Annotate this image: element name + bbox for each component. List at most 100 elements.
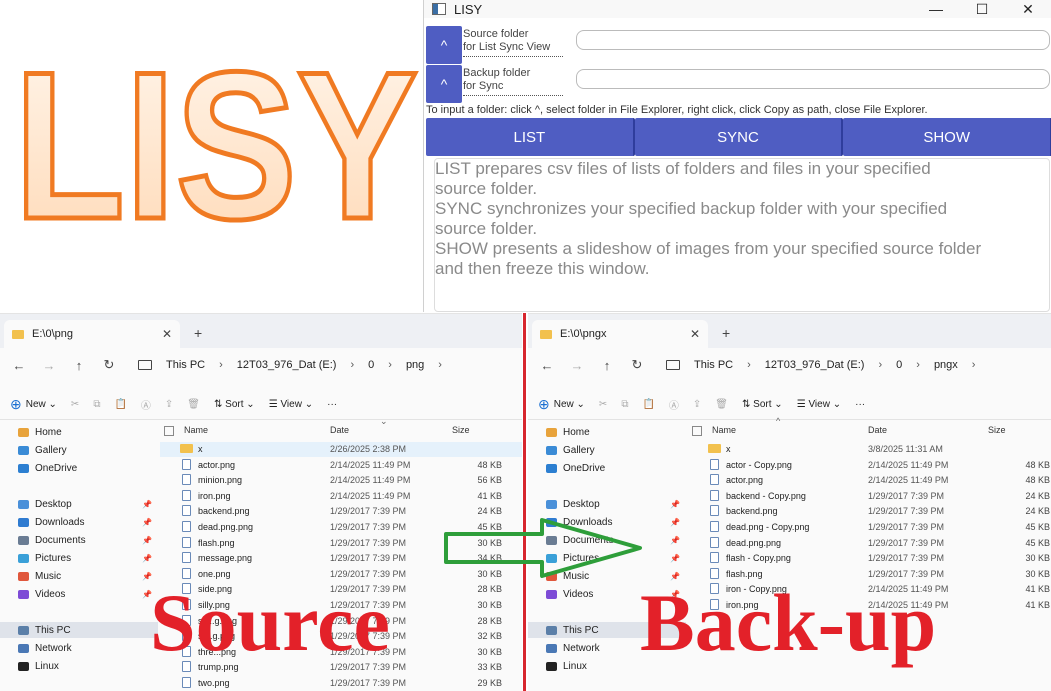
- delete-icon[interactable]: 🗑: [187, 399, 200, 410]
- minimize-button[interactable]: —: [913, 0, 959, 18]
- file-row[interactable]: flash - Copy.png 1/29/2017 7:39 PM 30 KB: [688, 551, 1051, 566]
- file-row[interactable]: backend.png 1/29/2017 7:39 PM 24 KB: [688, 504, 1051, 519]
- sidebar-item-onedrive[interactable]: OneDrive: [528, 460, 686, 476]
- rename-icon[interactable]: Ⓐ: [669, 397, 679, 412]
- file-name: message.png: [198, 553, 253, 564]
- close-tab-icon[interactable]: ✕: [690, 327, 700, 341]
- breadcrumb-item[interactable]: 0: [368, 359, 374, 371]
- sort-button[interactable]: ⇅ Sort ⌄: [214, 399, 255, 410]
- refresh-icon[interactable]: ↻: [94, 357, 124, 373]
- breadcrumb-item[interactable]: This PC: [694, 359, 733, 371]
- up-icon[interactable]: ↑: [64, 358, 94, 373]
- close-tab-icon[interactable]: ✕: [162, 327, 172, 341]
- file-row[interactable]: dead.png.png 1/29/2017 7:39 PM 45 KB: [688, 536, 1051, 551]
- sidebar-item-music[interactable]: Music 📌: [0, 568, 158, 584]
- date-column-header[interactable]: Date: [868, 425, 887, 435]
- breadcrumb-item[interactable]: pngx: [934, 359, 958, 371]
- copy-icon[interactable]: ⧉: [93, 399, 100, 410]
- breadcrumb[interactable]: This PC › 12T03_976_Dat (E:) › 0 › png ›: [138, 359, 456, 371]
- new-tab-button[interactable]: +: [722, 325, 730, 341]
- sidebar-item-desktop[interactable]: Desktop 📌: [528, 496, 686, 512]
- source-browse-button[interactable]: ^: [426, 26, 462, 64]
- breadcrumb-item[interactable]: This PC: [166, 359, 205, 371]
- breadcrumb[interactable]: This PC › 12T03_976_Dat (E:) › 0 › pngx …: [666, 359, 989, 371]
- breadcrumb-item[interactable]: 12T03_976_Dat (E:): [765, 359, 865, 371]
- forward-icon[interactable]: →: [562, 358, 592, 373]
- folder-row[interactable]: x 3/8/2025 11:31 AM: [688, 442, 1051, 457]
- share-icon[interactable]: ⇪: [693, 399, 701, 410]
- breadcrumb-item[interactable]: 0: [896, 359, 902, 371]
- source-folder-input[interactable]: [576, 30, 1050, 50]
- delete-icon[interactable]: 🗑: [715, 399, 728, 410]
- sidebar-item-documents[interactable]: Documents 📌: [0, 532, 158, 548]
- paste-icon[interactable]: 📋: [642, 399, 654, 410]
- select-all-checkbox[interactable]: [164, 426, 174, 436]
- sync-button[interactable]: SYNC: [634, 118, 844, 156]
- back-icon[interactable]: ←: [4, 358, 34, 373]
- sidebar-item-home[interactable]: Home: [0, 424, 158, 440]
- backup-folder-input[interactable]: [576, 69, 1050, 89]
- new-tab-button[interactable]: +: [194, 325, 202, 341]
- breadcrumb-item[interactable]: png: [406, 359, 424, 371]
- file-date: 1/29/2017 7:39 PM: [868, 537, 945, 548]
- file-row[interactable]: actor - Copy.png 2/14/2025 11:49 PM 48 KB: [688, 458, 1051, 473]
- folder-row[interactable]: x 2/26/2025 2:38 PM: [160, 442, 522, 457]
- sidebar-item-this-pc[interactable]: This PC: [0, 622, 158, 638]
- file-row[interactable]: two.png 1/29/2017 7:39 PM 29 KB: [160, 676, 522, 691]
- name-column-header[interactable]: Name: [712, 425, 736, 435]
- sidebar-item-gallery[interactable]: Gallery: [0, 442, 158, 458]
- sort-button[interactable]: ⇅ Sort ⌄: [742, 399, 783, 410]
- sidebar-item-pictures[interactable]: Pictures 📌: [0, 550, 158, 566]
- pin-icon: 📌: [142, 535, 152, 545]
- pin-icon: 📌: [670, 535, 680, 545]
- copy-icon[interactable]: ⧉: [621, 399, 628, 410]
- paste-icon[interactable]: 📋: [114, 399, 126, 410]
- back-icon[interactable]: ←: [532, 358, 562, 373]
- file-row[interactable]: backend - Copy.png 1/29/2017 7:39 PM 24 KB: [688, 489, 1051, 504]
- file-row[interactable]: iron.png 2/14/2025 11:49 PM 41 KB: [160, 489, 522, 504]
- sidebar-item-home[interactable]: Home: [528, 424, 686, 440]
- view-button[interactable]: ☰ View ⌄: [797, 399, 841, 410]
- file-row[interactable]: actor.png 2/14/2025 11:49 PM 48 KB: [688, 473, 1051, 488]
- name-column-header[interactable]: Name: [184, 425, 208, 435]
- file-size: 56 KB: [477, 475, 502, 486]
- file-row[interactable]: minion.png 2/14/2025 11:49 PM 56 KB: [160, 473, 522, 488]
- list-button[interactable]: LIST: [426, 118, 635, 156]
- sidebar-item-desktop[interactable]: Desktop 📌: [0, 496, 158, 512]
- file-row[interactable]: actor.png 2/14/2025 11:49 PM 48 KB: [160, 458, 522, 473]
- file-date: 1/29/2017 7:39 PM: [330, 537, 407, 548]
- cut-icon[interactable]: ✂: [599, 399, 607, 410]
- file-date: 2/26/2025 2:38 PM: [330, 444, 407, 454]
- cut-icon[interactable]: ✂: [71, 399, 79, 410]
- sidebar-item-videos[interactable]: Videos 📌: [0, 586, 158, 602]
- more-button[interactable]: ···: [855, 399, 865, 410]
- view-button[interactable]: ☰ View ⌄: [269, 399, 313, 410]
- refresh-icon[interactable]: ↻: [622, 357, 652, 373]
- forward-icon[interactable]: →: [34, 358, 64, 373]
- select-all-checkbox[interactable]: [692, 426, 702, 436]
- file-size: 24 KB: [477, 506, 502, 517]
- sidebar-item-gallery[interactable]: Gallery: [528, 442, 686, 458]
- breadcrumb-item[interactable]: 12T03_976_Dat (E:): [237, 359, 337, 371]
- date-column-header[interactable]: Date: [330, 425, 349, 435]
- sidebar-item-downloads[interactable]: Downloads 📌: [0, 514, 158, 530]
- file-row[interactable]: dead.png - Copy.png 1/29/2017 7:39 PM 45 K…: [688, 520, 1051, 535]
- more-button[interactable]: ···: [327, 399, 337, 410]
- size-column-header[interactable]: Size: [988, 425, 1006, 435]
- sidebar-item-onedrive[interactable]: OneDrive: [0, 460, 158, 476]
- show-button[interactable]: SHOW: [843, 118, 1051, 156]
- sidebar-item-linux[interactable]: Linux: [0, 658, 158, 674]
- maximize-button[interactable]: ☐: [959, 0, 1005, 18]
- size-column-header[interactable]: Size: [452, 425, 470, 435]
- share-icon[interactable]: ⇪: [165, 399, 173, 410]
- image-file-icon: [182, 552, 191, 564]
- tab-source[interactable]: E:\0\png ✕: [4, 320, 180, 348]
- tab-backup[interactable]: E:\0\pngx ✕: [532, 320, 708, 348]
- close-button[interactable]: ✕: [1005, 0, 1051, 18]
- rename-icon[interactable]: Ⓐ: [141, 397, 151, 412]
- backup-browse-button[interactable]: ^: [426, 65, 462, 103]
- new-button[interactable]: ⊕ New ⌄: [0, 396, 57, 413]
- new-button[interactable]: ⊕ New ⌄: [528, 396, 585, 413]
- sidebar-item-network[interactable]: Network: [0, 640, 158, 656]
- up-icon[interactable]: ↑: [592, 358, 622, 373]
